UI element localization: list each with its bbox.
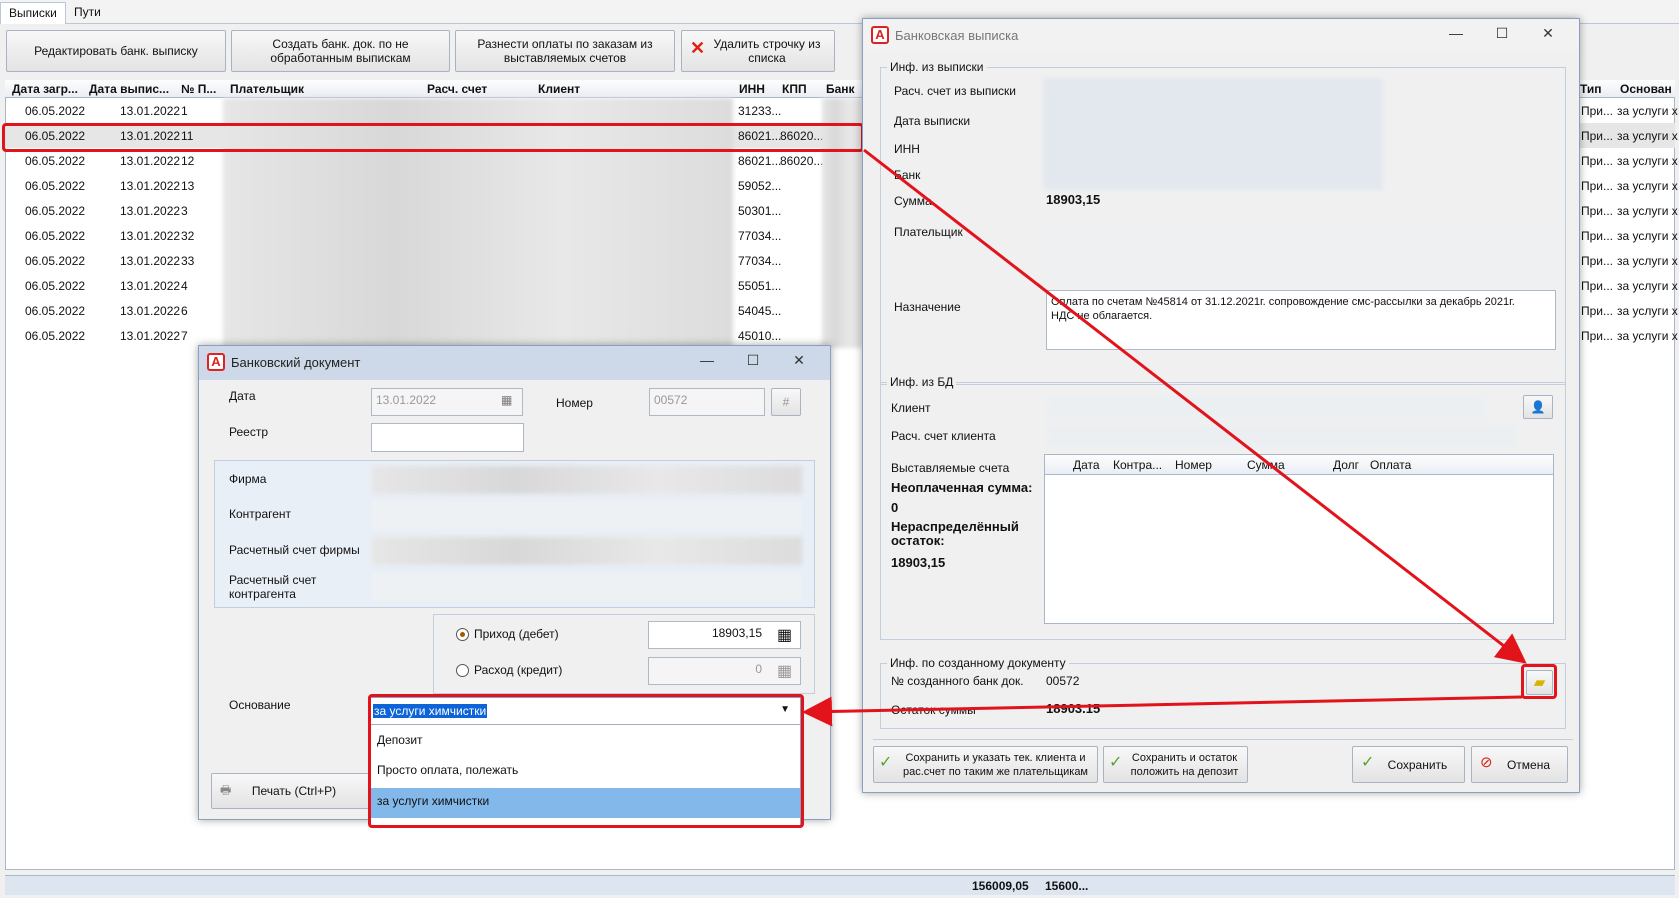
annotation-arrows [802, 148, 1527, 727]
arrow-row-to-folder [863, 148, 1527, 664]
arrow-folder-to-basis [802, 695, 1523, 727]
